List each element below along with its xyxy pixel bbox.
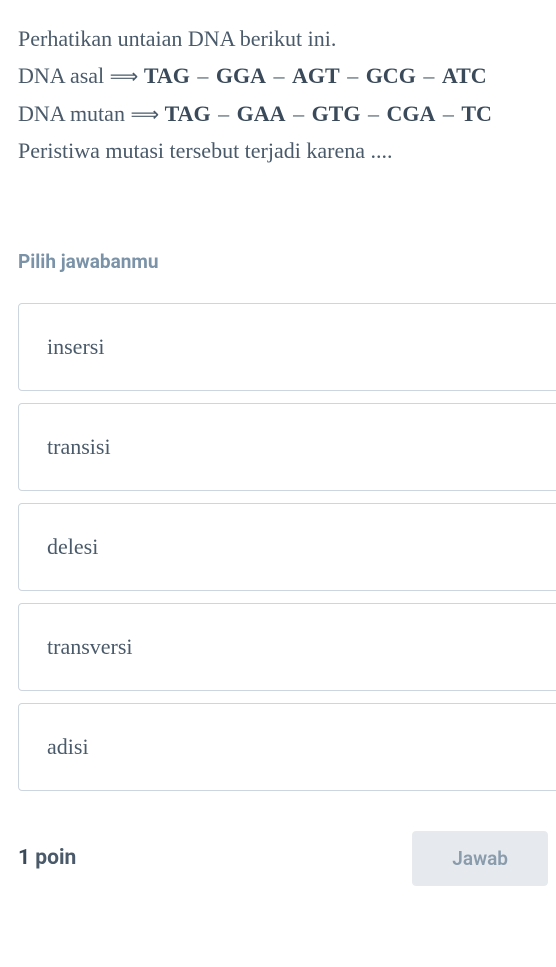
choose-answer-label: Pilih jawabanmu — [0, 250, 556, 273]
arrow-icon: ⟹ — [110, 60, 139, 94]
option-label: transisi — [47, 434, 111, 459]
separator: – — [195, 63, 210, 88]
dna-mutant-label: DNA mutan — [18, 101, 125, 126]
separator: – — [291, 101, 306, 126]
option-transversi[interactable]: transversi — [18, 603, 556, 691]
arrow-icon: ⟹ — [130, 98, 159, 132]
option-label: delesi — [47, 534, 98, 559]
separator: – — [345, 63, 360, 88]
option-insersi[interactable]: insersi — [18, 303, 556, 391]
points-unit: poin — [35, 846, 76, 870]
submit-button[interactable]: Jawab — [412, 831, 548, 886]
dna-mutant-line: DNA mutan ⟹ TAG – GAA – GTG – CGA – TC — [18, 95, 538, 132]
question-intro: Perhatikan untaian DNA berikut ini. — [18, 20, 538, 57]
seq-original-2: AGT — [292, 63, 340, 88]
seq-mutant-3: CGA — [386, 101, 435, 126]
separator: – — [421, 63, 436, 88]
seq-mutant-2: GTG — [312, 101, 361, 126]
seq-mutant-4: TC — [461, 101, 492, 126]
option-adisi[interactable]: adisi — [18, 703, 556, 791]
option-delesi[interactable]: delesi — [18, 503, 556, 591]
separator: – — [216, 101, 231, 126]
option-label: insersi — [47, 334, 104, 359]
option-transisi[interactable]: transisi — [18, 403, 556, 491]
separator: – — [366, 101, 381, 126]
dna-original-label: DNA asal — [18, 63, 104, 88]
question-container: Perhatikan untaian DNA berikut ini. DNA … — [0, 0, 556, 190]
dna-original-line: DNA asal ⟹ TAG – GGA – AGT – GCG – ATC — [18, 57, 538, 94]
separator: – — [441, 101, 456, 126]
seq-mutant-1: GAA — [237, 101, 286, 126]
option-label: adisi — [47, 734, 89, 759]
footer: 1 poin Jawab — [0, 831, 556, 886]
seq-original-0: TAG — [144, 63, 190, 88]
seq-mutant-0: TAG — [165, 101, 211, 126]
option-label: transversi — [47, 634, 133, 659]
options-container: insersi transisi delesi transversi adisi — [0, 303, 556, 791]
seq-original-1: GGA — [216, 63, 266, 88]
separator: – — [272, 63, 287, 88]
question-closing: Peristiwa mutasi tersebut terjadi karena… — [18, 132, 538, 169]
points-value: 1 — [18, 846, 30, 870]
question-text: Perhatikan untaian DNA berikut ini. DNA … — [18, 20, 538, 170]
seq-original-3: GCG — [366, 63, 416, 88]
seq-original-4: ATC — [442, 63, 487, 88]
points-label: 1 poin — [18, 846, 76, 870]
